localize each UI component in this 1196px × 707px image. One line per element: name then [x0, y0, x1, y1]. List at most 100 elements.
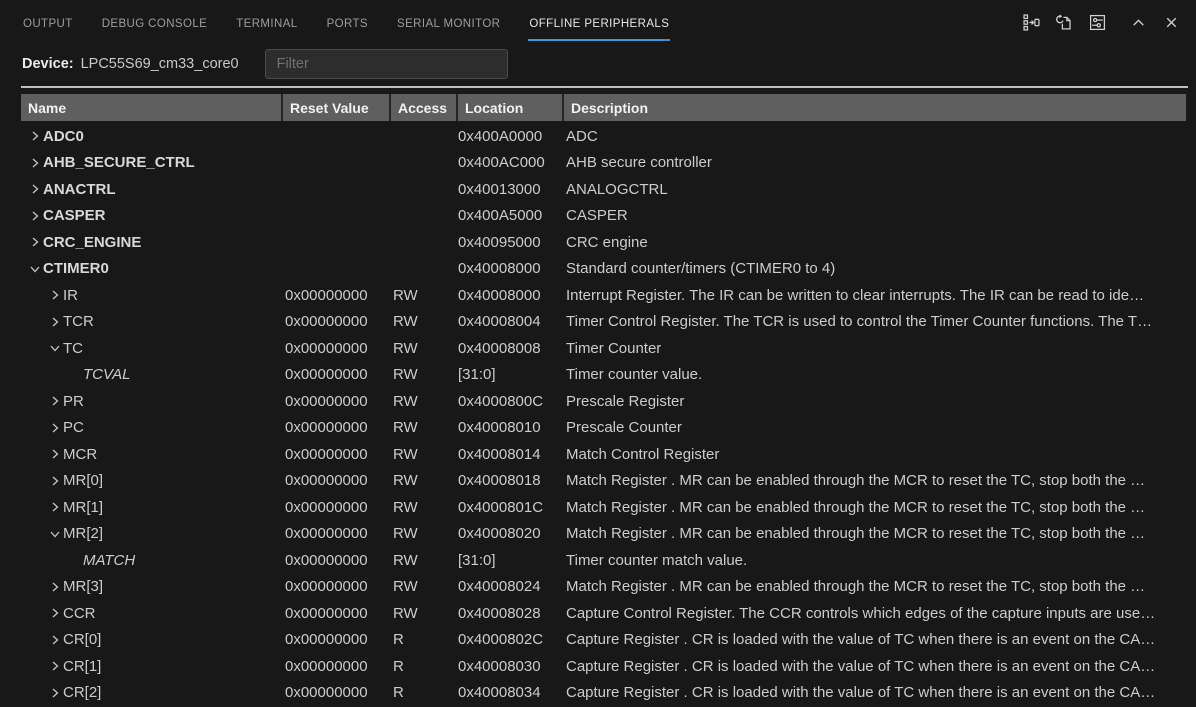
chevron-up-icon[interactable]	[1130, 14, 1147, 31]
tree-row-mr2[interactable]: MR[2]0x00000000RW0x40008020Match Registe…	[21, 521, 1186, 548]
row-name: TC	[63, 340, 83, 357]
row-name-cell: CASPER	[21, 207, 281, 224]
tab-label: TERMINAL	[236, 18, 297, 30]
location-cell: 0x40008014	[456, 446, 562, 463]
tree-row-mcr[interactable]: MCR0x00000000RW0x40008014Match Control R…	[21, 441, 1186, 468]
tree-row-anactrl[interactable]: ANACTRL0x40013000ANALOGCTRL	[21, 176, 1186, 203]
row-name: CRC_ENGINE	[43, 234, 141, 251]
tree-row-tcval[interactable]: TCVAL0x00000000RW[31:0]Timer counter val…	[21, 362, 1186, 389]
chevron-right-icon[interactable]	[47, 658, 63, 674]
description-cell: Capture Register . CR is loaded with the…	[562, 658, 1186, 675]
chevron-right-icon[interactable]	[27, 181, 43, 197]
panel-tabs: OUTPUT DEBUG CONSOLE TERMINAL PORTS SERIAL M…	[22, 0, 697, 44]
description-cell: ANALOGCTRL	[562, 181, 1186, 198]
chevron-down-icon[interactable]	[47, 526, 63, 542]
map-registers-icon[interactable]	[1023, 14, 1040, 31]
access-cell: R	[389, 658, 456, 675]
location-cell: 0x40095000	[456, 234, 562, 251]
tree-row-pr[interactable]: PR0x00000000RW0x4000800CPrescale Registe…	[21, 388, 1186, 415]
row-name-cell: TC	[21, 340, 281, 357]
description-cell: Prescale Counter	[562, 419, 1186, 436]
tab-output[interactable]: OUTPUT	[22, 4, 74, 41]
location-cell: 0x4000800C	[456, 393, 562, 410]
tree-row-adc0[interactable]: ADC00x400A0000ADC	[21, 123, 1186, 150]
chevron-right-icon[interactable]	[47, 579, 63, 595]
panel-divider	[21, 86, 1188, 88]
filter-input[interactable]	[265, 49, 508, 79]
tree-row-mr1[interactable]: MR[1]0x00000000RW0x4000801CMatch Registe…	[21, 494, 1186, 521]
reset-value-cell: 0x00000000	[281, 472, 389, 489]
tree-row-cr2[interactable]: CR[2]0x00000000R0x40008034Capture Regist…	[21, 680, 1186, 707]
row-name-cell: CCR	[21, 605, 281, 622]
tree-row-crc_engine[interactable]: CRC_ENGINE 0x40095000CRC engine	[21, 229, 1186, 256]
chevron-right-icon[interactable]	[47, 287, 63, 303]
chevron-right-icon[interactable]	[27, 234, 43, 250]
row-name: CASPER	[43, 207, 106, 224]
tree-row-tc[interactable]: TC0x00000000RW0x40008008Timer Counter	[21, 335, 1186, 362]
reload-svd-file-icon[interactable]	[1056, 14, 1073, 31]
access-cell: RW	[389, 340, 456, 357]
row-name-cell: CRC_ENGINE	[21, 234, 281, 251]
row-name-cell: AHB_SECURE_CTRL	[21, 154, 281, 171]
chevron-down-icon[interactable]	[47, 340, 63, 356]
tree-row-tcr[interactable]: TCR0x00000000RW0x40008004Timer Control R…	[21, 309, 1186, 336]
reset-value-cell: 0x00000000	[281, 578, 389, 595]
chevron-right-icon[interactable]	[27, 155, 43, 171]
chevron-right-icon[interactable]	[47, 605, 63, 621]
tree-row-ahb_secure_ctrl[interactable]: AHB_SECURE_CTRL0x400AC000AHB secure cont…	[21, 150, 1186, 177]
tab-offline-peripherals[interactable]: OFFLINE PERIPHERALS	[528, 4, 670, 41]
tree-row-cr0[interactable]: CR[0]0x00000000R0x4000802CCapture Regist…	[21, 627, 1186, 654]
location-cell: 0x4000801C	[456, 499, 562, 516]
chevron-right-icon[interactable]	[47, 446, 63, 462]
access-cell: RW	[389, 499, 456, 516]
access-cell: RW	[389, 393, 456, 410]
row-name: TCR	[63, 313, 94, 330]
tree-row-mr0[interactable]: MR[0]0x00000000RW0x40008018Match Registe…	[21, 468, 1186, 495]
tree-row-ctimer0[interactable]: CTIMER00x40008000Standard counter/timers…	[21, 256, 1186, 283]
reset-value-cell: 0x00000000	[281, 684, 389, 701]
tree-row-ir[interactable]: IR0x00000000RW0x40008000Interrupt Regist…	[21, 282, 1186, 309]
chevron-right-icon[interactable]	[47, 499, 63, 515]
chevron-right-icon[interactable]	[47, 473, 63, 489]
description-cell: Match Register . MR can be enabled throu…	[562, 499, 1186, 516]
location-cell: 0x40008004	[456, 313, 562, 330]
location-cell: 0x400AC000	[456, 154, 562, 171]
tree-row-match[interactable]: MATCH0x00000000RW[31:0]Timer counter mat…	[21, 547, 1186, 574]
access-cell: RW	[389, 287, 456, 304]
row-name-cell: MCR	[21, 446, 281, 463]
tab-terminal[interactable]: TERMINAL	[235, 4, 298, 41]
access-cell: R	[389, 631, 456, 648]
row-name-cell: MR[1]	[21, 499, 281, 516]
row-name-cell: IR	[21, 287, 281, 304]
description-cell: CASPER	[562, 207, 1186, 224]
column-header-reset-value: Reset Value	[281, 94, 389, 121]
chevron-right-icon[interactable]	[47, 314, 63, 330]
tab-debug-console[interactable]: DEBUG CONSOLE	[101, 4, 209, 41]
description-cell: Timer counter match value.	[562, 552, 1186, 569]
reset-value-cell: 0x00000000	[281, 340, 389, 357]
chevron-right-icon[interactable]	[27, 208, 43, 224]
tree-row-cr1[interactable]: CR[1]0x00000000R0x40008030Capture Regist…	[21, 653, 1186, 680]
tree-row-mr3[interactable]: MR[3]0x00000000RW0x40008024Match Registe…	[21, 574, 1186, 601]
peripherals-chip-icon[interactable]	[1089, 14, 1106, 31]
tab-label: PORTS	[327, 18, 368, 30]
tree-row-casper[interactable]: CASPER0x400A5000CASPER	[21, 203, 1186, 230]
chevron-right-icon[interactable]	[47, 393, 63, 409]
location-cell: 0x40008028	[456, 605, 562, 622]
description-cell: ADC	[562, 128, 1186, 145]
row-name: CR[1]	[63, 658, 101, 675]
tab-serial-monitor[interactable]: SERIAL MONITOR	[396, 4, 501, 41]
chevron-right-icon[interactable]	[27, 128, 43, 144]
close-icon[interactable]	[1163, 14, 1180, 31]
chevron-right-icon[interactable]	[47, 632, 63, 648]
description-cell: Timer Counter	[562, 340, 1186, 357]
chevron-right-icon[interactable]	[47, 420, 63, 436]
description-cell: CRC engine	[562, 234, 1186, 251]
tree-row-pc[interactable]: PC0x00000000RW0x40008010Prescale Counter	[21, 415, 1186, 442]
chevron-right-icon[interactable]	[47, 685, 63, 701]
tree-row-ccr[interactable]: CCR0x00000000RW0x40008028Capture Control…	[21, 600, 1186, 627]
chevron-down-icon[interactable]	[27, 261, 43, 277]
access-cell: RW	[389, 525, 456, 542]
description-cell: Standard counter/timers (CTIMER0 to 4)	[562, 260, 1186, 277]
tab-ports[interactable]: PORTS	[326, 4, 369, 41]
